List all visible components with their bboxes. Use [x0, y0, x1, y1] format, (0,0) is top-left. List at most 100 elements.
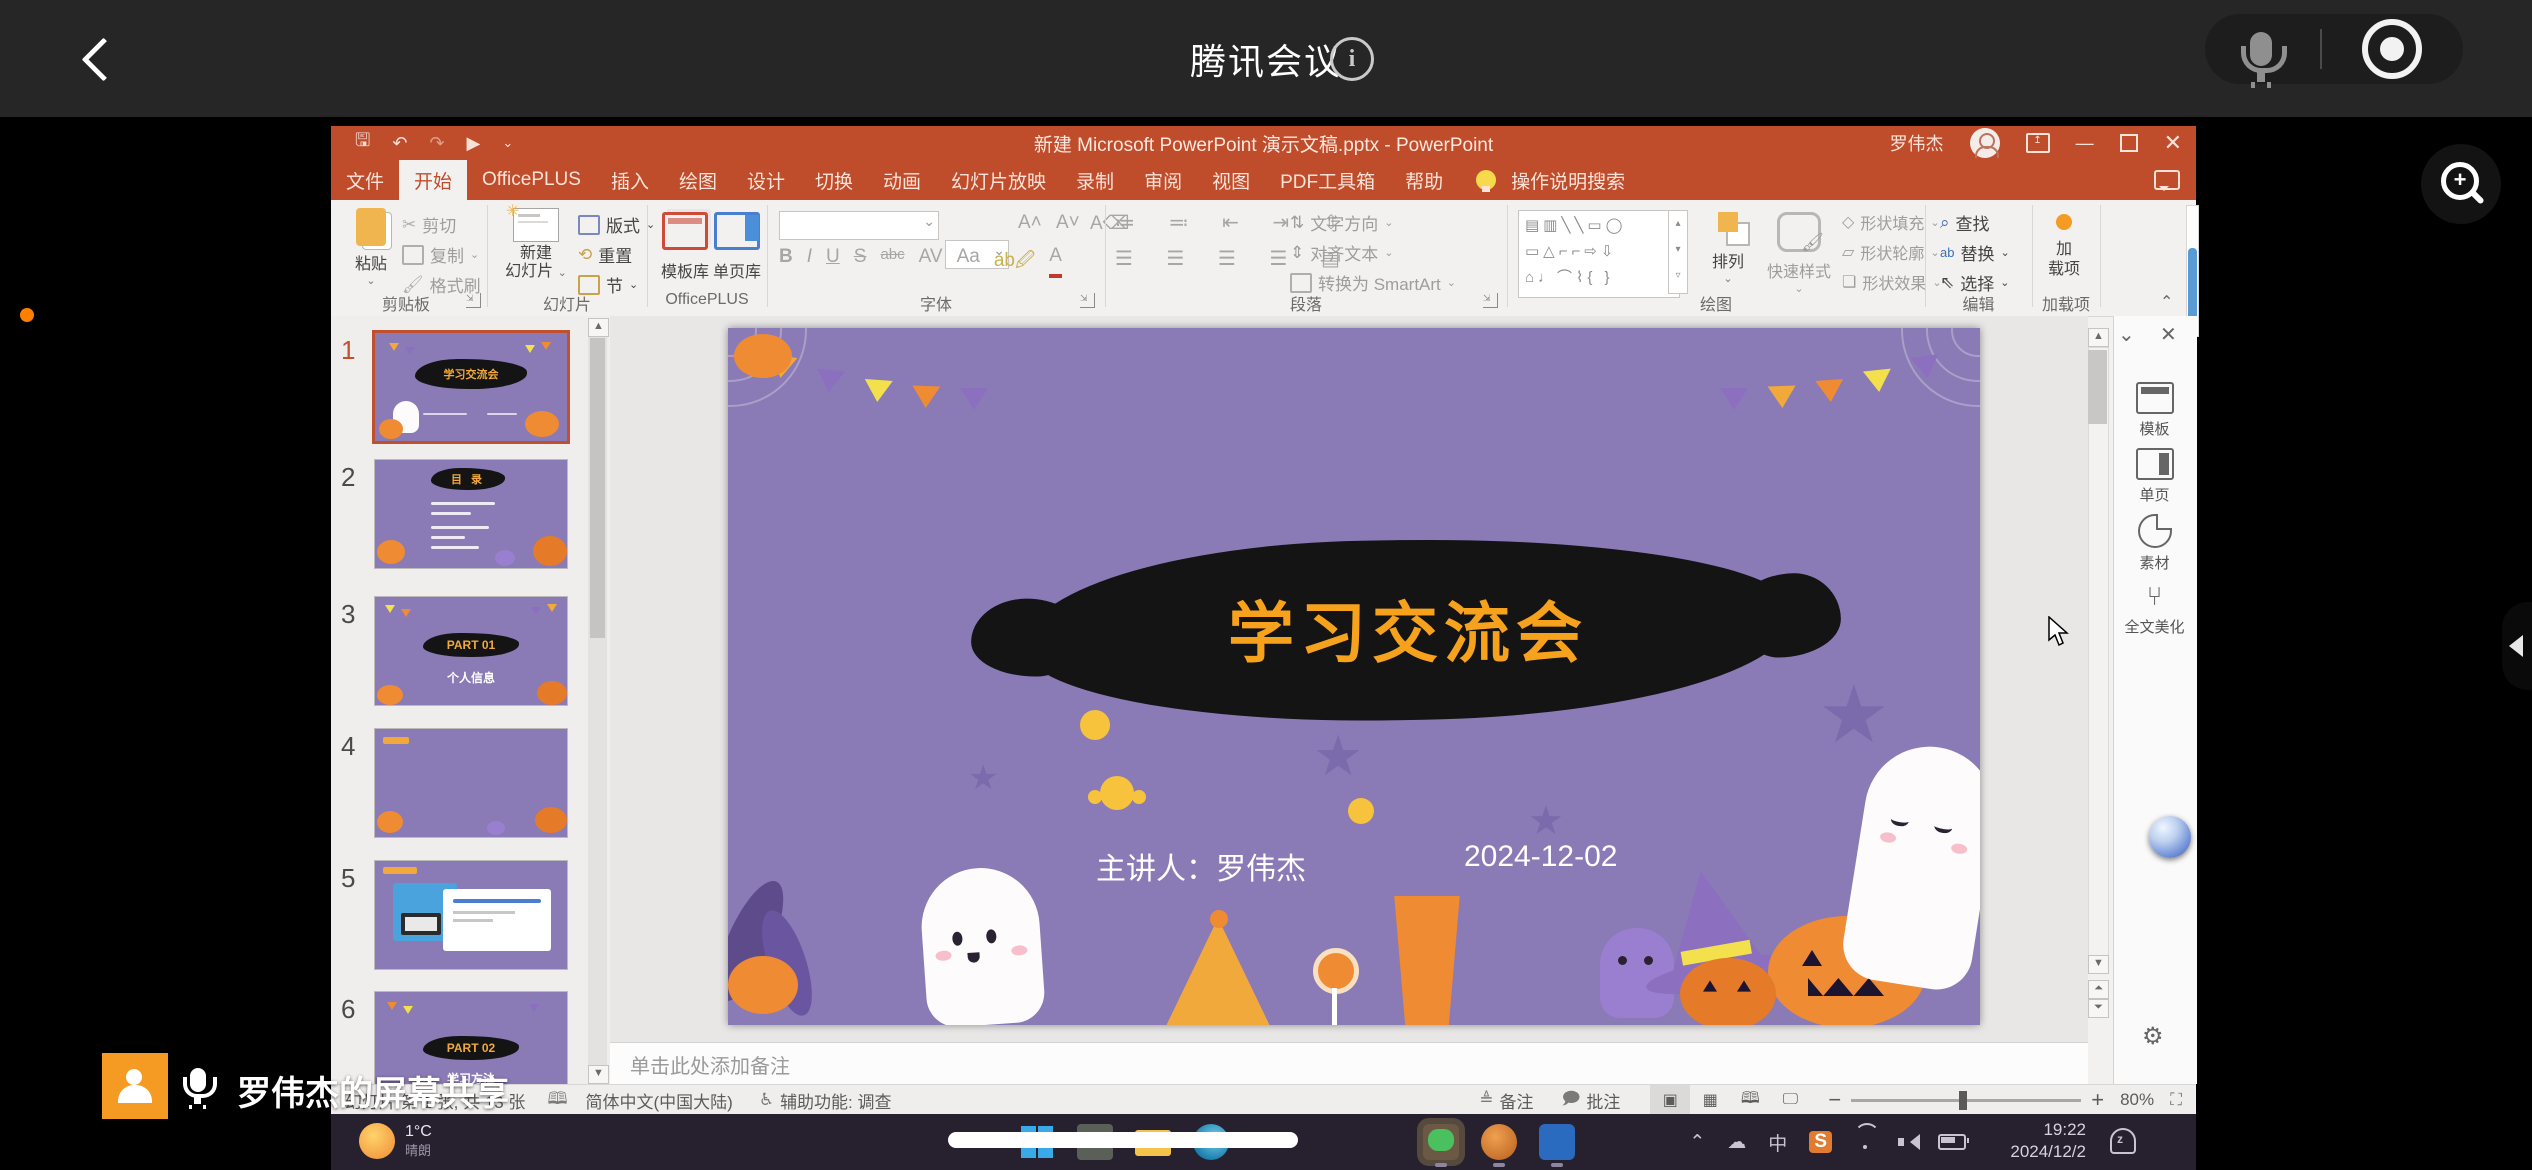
account-avatar[interactable] — [1970, 128, 2000, 158]
taskbar-clock[interactable]: 19:22 2024/12/2 — [2010, 1119, 2086, 1163]
align-text-button[interactable]: ⇕对齐文本⌄ — [1290, 240, 1393, 265]
collapse-ribbon-icon[interactable]: ⌃ — [2160, 292, 2173, 312]
tray-expand-icon[interactable]: ⌃ — [1689, 1131, 1705, 1154]
tab-view[interactable]: 视图 — [1197, 160, 1265, 200]
tab-animations[interactable]: 动画 — [868, 160, 936, 200]
slide-thumbnail-4[interactable] — [375, 729, 567, 837]
floating-orange-dot[interactable] — [20, 308, 34, 322]
slide-scroll-up-icon[interactable]: ▲ — [2088, 328, 2109, 347]
sidebar-expand-tab[interactable] — [2502, 602, 2532, 690]
sogou-icon[interactable]: S — [1809, 1131, 1832, 1153]
slide-scrollbar-track[interactable] — [2088, 347, 2109, 957]
slide-sorter-button[interactable]: ▦ — [1690, 1085, 1730, 1115]
language-status[interactable]: 简体中文(中国大陆) — [585, 1088, 732, 1113]
thumbnail-scrollbar-thumb[interactable] — [590, 338, 605, 638]
restore-button[interactable] — [2120, 134, 2138, 152]
tab-pdftools[interactable]: PDF工具箱 — [1265, 160, 1390, 200]
notes-toggle[interactable]: ≜备注 — [1479, 1088, 1533, 1113]
app-orange-button[interactable] — [1481, 1124, 1517, 1160]
minimize-button[interactable]: — — [2076, 133, 2094, 154]
notes-pane[interactable]: 单击此处添加备注 — [610, 1042, 2088, 1085]
panel-item-assets[interactable]: 素材 — [2113, 514, 2196, 573]
zoom-in-icon[interactable]: + — [2091, 1087, 2104, 1113]
microphone-icon[interactable] — [2250, 32, 2272, 66]
quick-styles-button[interactable]: 🖌 快速样式 ⌄ — [1762, 212, 1836, 295]
bold-button[interactable]: B — [779, 246, 793, 278]
paste-button[interactable]: 粘贴 ⌄ — [345, 208, 397, 287]
slide-thumbnail-3[interactable]: PART 01 个人信息 — [375, 597, 567, 705]
change-case-button[interactable]: Aa — [957, 246, 980, 278]
page-library-button[interactable]: 单页库 — [712, 212, 762, 282]
tab-draw[interactable]: 绘图 — [664, 160, 732, 200]
clipboard-launcher-icon[interactable]: ⇲ — [466, 293, 481, 308]
notification-bell-icon[interactable]: z — [2110, 1128, 2136, 1154]
close-button[interactable]: ✕ — [2164, 130, 2182, 156]
panel-item-template[interactable]: 模板 — [2113, 382, 2196, 439]
slide-thumbnail-5[interactable] — [375, 861, 567, 969]
copy-button[interactable]: 复制⌄ — [402, 242, 479, 267]
comments-icon[interactable] — [2154, 170, 2180, 190]
slide-thumbnail-1[interactable]: 学习交流会 — [375, 333, 567, 441]
find-button[interactable]: ⌕查找 — [1940, 210, 1990, 235]
normal-view-button[interactable]: ▣ — [1650, 1085, 1690, 1115]
tab-home[interactable]: 开始 — [399, 160, 467, 200]
char-spacing-button[interactable]: AV — [919, 246, 943, 278]
text-direction-button[interactable]: ⇅文字方向⌄ — [1290, 210, 1393, 235]
tab-file[interactable]: 文件 — [331, 160, 399, 200]
strikethrough-button[interactable]: abc — [880, 246, 904, 278]
ribbon-display-icon[interactable]: ↥ — [2026, 133, 2050, 153]
zoom-slider[interactable] — [1851, 1099, 2081, 1102]
comments-toggle[interactable]: 🗩批注 — [1561, 1086, 1620, 1115]
panel-item-beautify[interactable]: ⑂ 全文美化 — [2113, 582, 2196, 637]
tab-insert[interactable]: 插入 — [596, 160, 664, 200]
panel-collapse-icon[interactable]: ⌄ — [2118, 322, 2135, 347]
grow-font-icon[interactable]: A˄ — [1018, 212, 1042, 234]
zoom-magnifier-button[interactable]: + — [2421, 144, 2501, 224]
slide-presenter[interactable]: 主讲人：罗伟杰 — [1096, 844, 1306, 888]
weather-widget[interactable]: 1°C晴朗 — [359, 1122, 432, 1160]
spellcheck-icon[interactable]: 🕮 — [547, 1086, 567, 1115]
new-slide-button[interactable]: ✳ 新建幻灯片 ⌄ — [497, 208, 575, 282]
highlight-button[interactable]: ab🖉 — [994, 246, 1035, 278]
slide-canvas[interactable]: ★ ★ ★ ★ 学习交流会 主讲人：罗伟杰 2024-12-02 — [728, 328, 1980, 1025]
tab-design[interactable]: 设计 — [732, 160, 800, 200]
wifi-icon[interactable] — [1854, 1135, 1876, 1149]
tab-help[interactable]: 帮助 — [1390, 160, 1458, 200]
cut-button[interactable]: ✂剪切 — [402, 212, 456, 237]
home-indicator[interactable] — [948, 1132, 1298, 1148]
panel-settings-gear-icon[interactable]: ⚙ — [2142, 1022, 2164, 1051]
thumb-scroll-up-icon[interactable]: ▲ — [588, 318, 609, 337]
tab-transitions[interactable]: 切换 — [800, 160, 868, 200]
battery-icon[interactable] — [1938, 1134, 1966, 1150]
wechat-button[interactable] — [1423, 1124, 1459, 1160]
reading-view-button[interactable]: 🕮 — [1730, 1085, 1770, 1115]
panel-item-page[interactable]: 单页 — [2113, 448, 2196, 505]
slide-title[interactable]: 学习交流会 — [1023, 580, 1793, 676]
addins-button[interactable]: 加载项 — [2036, 240, 2092, 280]
paragraph-launcher-icon[interactable]: ⇲ — [1483, 293, 1498, 308]
template-library-button[interactable]: 模板库 — [660, 212, 710, 282]
volume-icon[interactable] — [1898, 1134, 1916, 1150]
font-color-button[interactable]: A — [1049, 246, 1062, 278]
fit-to-window-icon[interactable]: ⛶ — [2170, 1090, 2182, 1110]
font-launcher-icon[interactable]: ⇲ — [1080, 293, 1095, 308]
assistive-ball[interactable] — [2149, 816, 2191, 858]
replace-button[interactable]: ab替换⌄ — [1940, 240, 2010, 265]
slide-date[interactable]: 2024-12-02 — [1464, 840, 1617, 874]
zoom-out-icon[interactable]: − — [1828, 1087, 1841, 1113]
arrange-button[interactable]: 排列 ⌄ — [1700, 212, 1756, 285]
slide-scrollbar-thumb[interactable] — [2088, 350, 2107, 424]
tab-officeplus[interactable]: OfficePLUS — [467, 160, 596, 200]
account-name[interactable]: 罗伟杰 — [1890, 130, 1944, 156]
panel-close-icon[interactable]: ✕ — [2160, 322, 2177, 347]
shapes-gallery-scroll[interactable]: ▴▾▿ — [1668, 210, 1688, 294]
thumb-scroll-down-icon[interactable]: ▼ — [588, 1065, 609, 1084]
font-name-combo[interactable] — [779, 211, 939, 240]
previous-slide-icon[interactable]: ⏶ — [2088, 980, 2109, 999]
slideshow-view-button[interactable]: 🖵 — [1770, 1085, 1810, 1115]
accessibility-status[interactable]: 辅助功能: 调查 — [780, 1088, 891, 1113]
thumbnail-scrollbar[interactable] — [588, 318, 607, 1082]
shrink-font-icon[interactable]: A˅ — [1056, 212, 1080, 234]
record-icon[interactable] — [2362, 19, 2422, 79]
onedrive-icon[interactable]: ☁ — [1727, 1131, 1746, 1154]
